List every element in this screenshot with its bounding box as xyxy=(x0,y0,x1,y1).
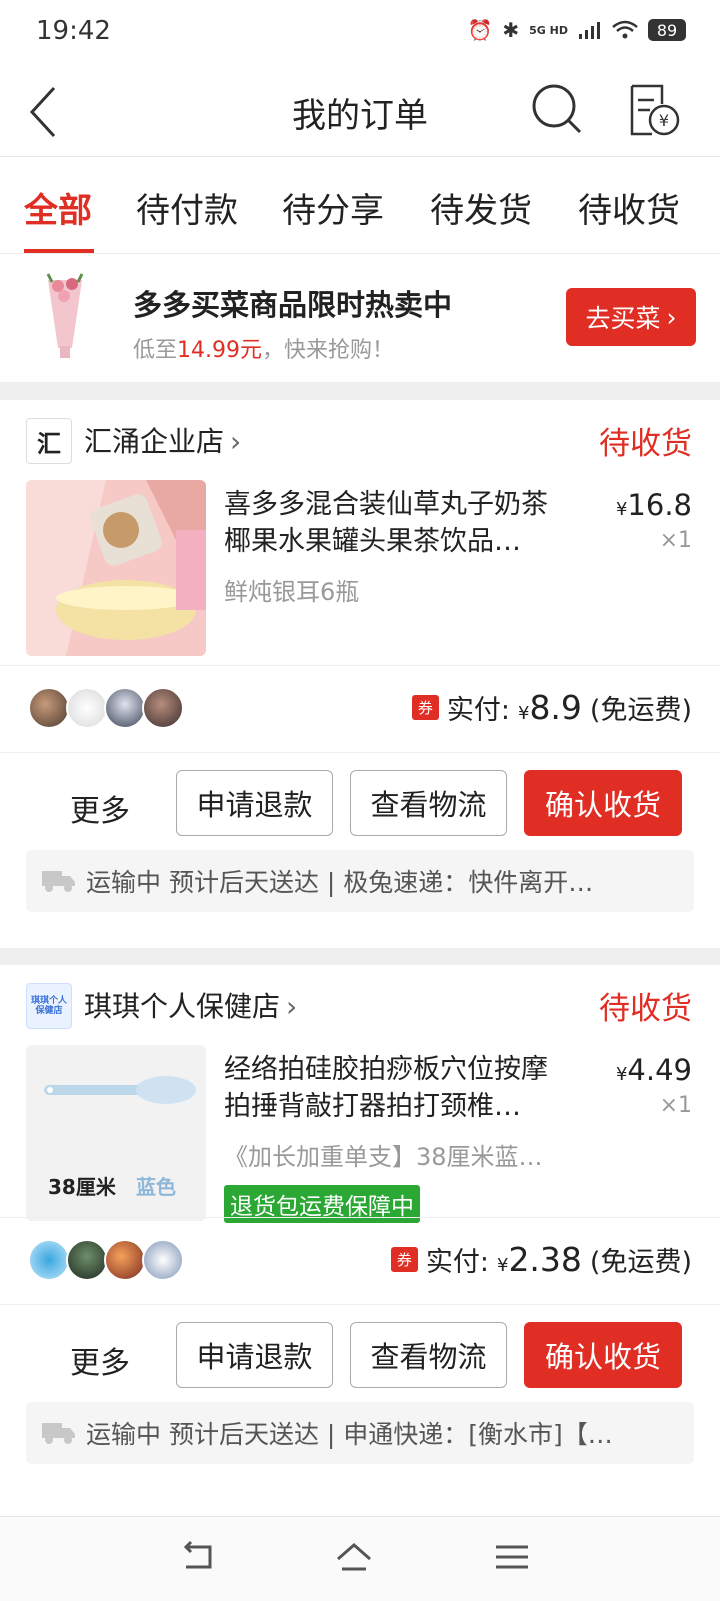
search-icon[interactable] xyxy=(528,80,588,140)
logistics-status[interactable]: 运输中 预计后天送达 | 申通快递：[衡水市]【… xyxy=(26,1402,694,1464)
image-label-length: 38厘米 xyxy=(48,1175,116,1199)
logistics-text: 运输中 预计后天送达 | 申通快递：[衡水市]【… xyxy=(86,1420,613,1449)
product-image[interactable] xyxy=(26,480,206,656)
nav-back-icon[interactable] xyxy=(178,1537,218,1577)
tab-pending-payment[interactable]: 待付款 xyxy=(136,183,238,232)
nav-home-icon[interactable] xyxy=(334,1537,374,1577)
avatar xyxy=(28,1239,70,1281)
alarm-icon: ⏰ xyxy=(467,18,493,42)
avatar xyxy=(104,1239,146,1281)
order-card: 琪琪个人保健店 琪琪个人保健店 › 待收货 38厘米 蓝色 经络拍硅胶拍痧板穴位按… xyxy=(0,965,720,1517)
tab-all[interactable]: 全部 xyxy=(24,183,92,232)
chevron-right-icon: › xyxy=(286,990,298,1023)
spatula-illustration xyxy=(44,1076,196,1104)
divider xyxy=(0,1304,720,1305)
status-time: 19:42 xyxy=(36,16,111,46)
order-status: 待收货 xyxy=(599,426,692,462)
promo-banner[interactable]: 多多买菜商品限时热卖中 低至14.99元，快来抢购！ 去买菜 › xyxy=(0,254,720,382)
product-spec: 鲜炖银耳6瓶 xyxy=(224,578,360,606)
promo-subtitle: 低至14.99元，快来抢购！ xyxy=(133,338,395,363)
confirm-receipt-button[interactable]: 确认收货 xyxy=(524,770,682,836)
paid-amount: 券 实付: ¥2.38 (免运费) xyxy=(390,1240,692,1279)
tab-indicator xyxy=(24,249,94,253)
more-button[interactable]: 更多 xyxy=(70,1338,130,1382)
coupon-badge: 券 xyxy=(390,1247,418,1272)
image-label-color: 蓝色 xyxy=(136,1175,176,1199)
order-status: 待收货 xyxy=(599,991,692,1027)
view-logistics-button[interactable]: 查看物流 xyxy=(350,770,507,836)
divider xyxy=(0,665,720,666)
order-actions: 更多 申请退款 查看物流 确认收货 xyxy=(0,770,720,840)
tab-pending-ship[interactable]: 待发货 xyxy=(430,183,532,232)
order-card: 汇 汇涌企业店 › 待收货 喜多多混合装仙草丸子奶茶椰果水果罐头果茶饮品… 鲜炖银… xyxy=(0,400,720,948)
refund-button[interactable]: 申请退款 xyxy=(176,770,333,836)
bouquet-thumbnail xyxy=(46,273,84,358)
tab-pending-receive[interactable]: 待收货 xyxy=(578,183,680,232)
product-price: ¥16.8 xyxy=(615,488,692,522)
shop-name[interactable]: 汇涌企业店 › xyxy=(84,420,241,460)
avatar xyxy=(28,687,70,729)
bluetooth-icon: ✱ xyxy=(502,18,520,42)
shop-logo: 汇 xyxy=(26,418,72,464)
status-icons: ⏰ ✱ 5G HD 89 xyxy=(467,18,686,42)
tab-pending-share[interactable]: 待分享 xyxy=(282,183,384,232)
svg-text:¥: ¥ xyxy=(659,111,669,130)
shop-row[interactable]: 琪琪个人保健店 琪琪个人保健店 › 待收货 xyxy=(0,965,720,1045)
product-quantity: ×1 xyxy=(659,528,692,553)
shop-logo: 琪琪个人保健店 xyxy=(26,983,72,1029)
group-avatars xyxy=(28,687,184,729)
bill-yen-icon[interactable]: ¥ xyxy=(622,80,682,140)
product-image[interactable]: 38厘米 蓝色 xyxy=(26,1045,206,1221)
wifi-icon xyxy=(612,20,638,39)
truck-icon xyxy=(42,1423,75,1444)
view-logistics-button[interactable]: 查看物流 xyxy=(350,1322,507,1388)
shop-name[interactable]: 琪琪个人保健店 › xyxy=(84,985,297,1025)
network-label: 5G HD xyxy=(529,23,568,37)
coupon-badge: 券 xyxy=(411,695,439,720)
go-buy-button[interactable]: 去买菜 › xyxy=(566,288,696,346)
order-tabs: 全部 待付款 待分享 待发货 待收货 xyxy=(0,157,720,254)
logistics-text: 运输中 预计后天送达 | 极兔速递：快件离开… xyxy=(86,868,594,897)
product-title[interactable]: 经络拍硅胶拍痧板穴位按摩拍捶背敲打器拍打颈椎… xyxy=(224,1051,574,1125)
group-avatars xyxy=(28,1239,184,1281)
truck-icon xyxy=(42,871,75,892)
avatar xyxy=(142,687,184,729)
status-bar: 19:42 ⏰ ✱ 5G HD 89 xyxy=(0,0,720,66)
chevron-right-icon: › xyxy=(230,425,242,458)
nav-bar: 我的订单 ¥ xyxy=(0,66,720,157)
more-button[interactable]: 更多 xyxy=(70,786,130,830)
product-title[interactable]: 喜多多混合装仙草丸子奶茶椰果水果罐头果茶饮品… xyxy=(224,486,574,560)
logistics-status[interactable]: 运输中 预计后天送达 | 极兔速递：快件离开… xyxy=(26,850,694,912)
product-spec: 《加长加重单支】38厘米蓝… xyxy=(224,1143,543,1171)
product-quantity: ×1 xyxy=(659,1093,692,1118)
paid-amount: 券 实付: ¥8.9 (免运费) xyxy=(411,688,692,727)
order-actions: 更多 申请退款 查看物流 确认收货 xyxy=(0,1322,720,1392)
shop-row[interactable]: 汇 汇涌企业店 › 待收货 xyxy=(0,400,720,480)
promo-price: 14.99元 xyxy=(177,338,262,363)
chevron-right-icon: › xyxy=(666,302,677,332)
divider xyxy=(0,1217,720,1218)
page-title: 我的订单 xyxy=(292,96,428,136)
confirm-receipt-button[interactable]: 确认收货 xyxy=(524,1322,682,1388)
divider xyxy=(0,752,720,753)
signal-icon xyxy=(579,22,600,39)
avatar xyxy=(104,687,146,729)
refund-button[interactable]: 申请退款 xyxy=(176,1322,333,1388)
product-price: ¥4.49 xyxy=(615,1053,692,1087)
avatar xyxy=(66,687,108,729)
system-nav-bar xyxy=(0,1516,720,1601)
promo-title: 多多买菜商品限时热卖中 xyxy=(133,288,453,322)
avatar xyxy=(66,1239,108,1281)
nav-menu-icon[interactable] xyxy=(492,1537,532,1577)
battery-icon: 89 xyxy=(648,19,686,41)
avatar xyxy=(142,1239,184,1281)
